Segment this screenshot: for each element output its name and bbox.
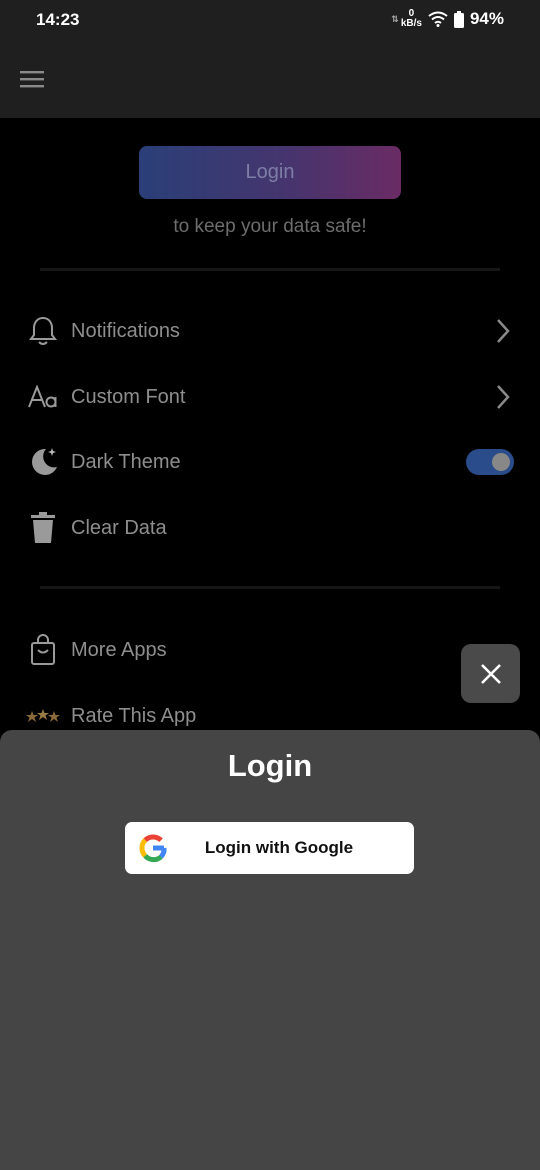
- settings-item-label: Clear Data: [71, 516, 167, 539]
- shopping-bag-icon: [26, 633, 60, 667]
- menu-icon[interactable]: [18, 67, 46, 91]
- settings-item-label: Dark Theme: [71, 450, 181, 473]
- login-tagline: to keep your data safe!: [173, 216, 367, 237]
- font-icon: [26, 380, 60, 414]
- chevron-right-icon: [497, 385, 510, 409]
- more-item-label: Rate This App: [71, 704, 197, 727]
- dark-theme-toggle[interactable]: [466, 449, 514, 475]
- settings-item-custom-font[interactable]: Custom Font: [26, 372, 516, 422]
- status-time: 14:23: [36, 10, 80, 29]
- divider: [40, 268, 500, 271]
- settings-item-clear-data[interactable]: Clear Data: [26, 503, 516, 553]
- settings-item-dark-theme[interactable]: Dark Theme: [26, 437, 516, 487]
- wifi-icon: [428, 11, 448, 27]
- close-icon: [480, 663, 501, 684]
- battery-level: 94%: [469, 9, 504, 28]
- toggle-knob: [492, 453, 510, 471]
- stars-icon: [26, 699, 60, 733]
- login-bottom-sheet: Login Login with Google: [0, 730, 540, 1170]
- google-button-label: Login with Google: [204, 838, 354, 857]
- trash-icon: [26, 511, 60, 545]
- data-arrows-icon: ⇅: [391, 14, 399, 24]
- chevron-right-icon: [497, 319, 510, 343]
- login-button[interactable]: Login: [139, 146, 401, 199]
- battery-icon: [453, 10, 464, 28]
- divider: [40, 586, 500, 589]
- settings-item-label: Custom Font: [71, 385, 186, 408]
- login-with-google-button[interactable]: Login with Google: [125, 822, 414, 874]
- more-apps-item[interactable]: More Apps: [26, 625, 516, 675]
- status-icons: ⇅ 0 kB/s 94%: [391, 9, 504, 29]
- login-button-label: Login: [245, 161, 295, 183]
- network-speed: ⇅ 0 kB/s: [391, 9, 422, 29]
- sheet-title: Login: [227, 748, 313, 783]
- net-speed-unit: kB/s: [400, 18, 422, 29]
- close-button[interactable]: [461, 644, 520, 703]
- moon-icon: [26, 445, 60, 479]
- status-bar: 14:23 ⇅ 0 kB/s 94%: [0, 0, 540, 40]
- settings-item-label: Notifications: [71, 319, 180, 342]
- more-item-label: More Apps: [71, 638, 167, 661]
- bell-icon: [26, 314, 60, 348]
- app-bar: [0, 40, 540, 118]
- settings-page: Login to keep your data safe! Notificati…: [0, 118, 540, 730]
- settings-item-notifications[interactable]: Notifications: [26, 306, 516, 356]
